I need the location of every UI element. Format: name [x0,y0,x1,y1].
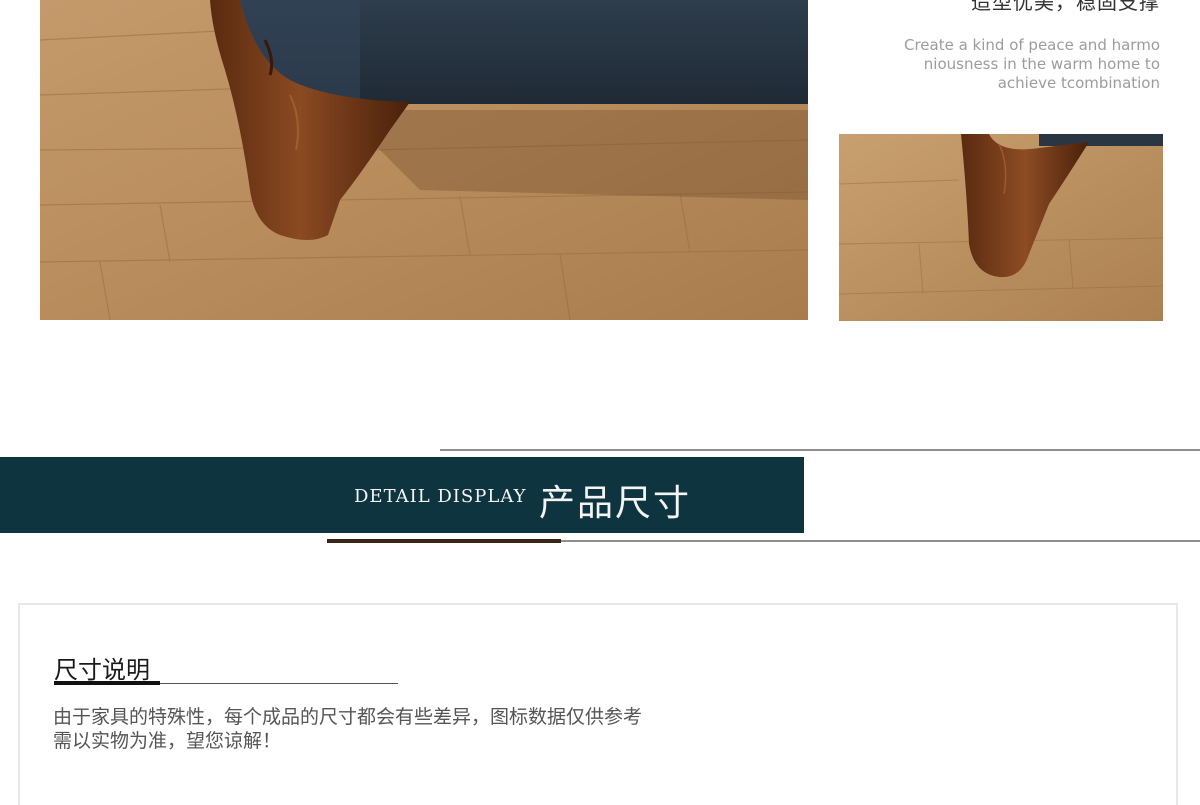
divider-rule [440,449,1200,451]
size-note-text: 由于家具的特殊性，每个成品的尺寸都会有些差异，图标数据仅供参考 需以实物为准，望… [53,705,642,753]
size-note-line: 由于家具的特殊性，每个成品的尺寸都会有些差异，图标数据仅供参考 [53,706,643,728]
divider-rule [561,540,1200,542]
accent-bar [327,539,561,543]
title-underline [54,681,160,685]
sofa-leg-photo [40,0,808,320]
product-detail-page: 造型优美，稳固支撑 Create a kind of peace and har… [0,0,1200,805]
feature-caption-en: Create a kind of peace and harmo niousne… [880,36,1160,93]
size-note-title: 尺寸说明 [54,656,150,684]
sofa-leg-closeup-photo [839,134,1163,321]
caption-line: Create a kind of peace and harmo [903,36,1160,54]
section-label-cn: 产品尺寸 [539,483,692,524]
section-label-en: DETAIL DISPLAY [354,486,527,507]
caption-line: achieve tcombination [997,74,1160,92]
size-note-line: 需以实物为准，望您谅解！ [53,730,282,752]
size-note-card [18,603,1178,805]
feature-caption-cn: 造型优美，稳固支撑 [971,0,1160,14]
title-rule [160,683,398,684]
caption-line: niousness in the warm home to [923,55,1160,73]
